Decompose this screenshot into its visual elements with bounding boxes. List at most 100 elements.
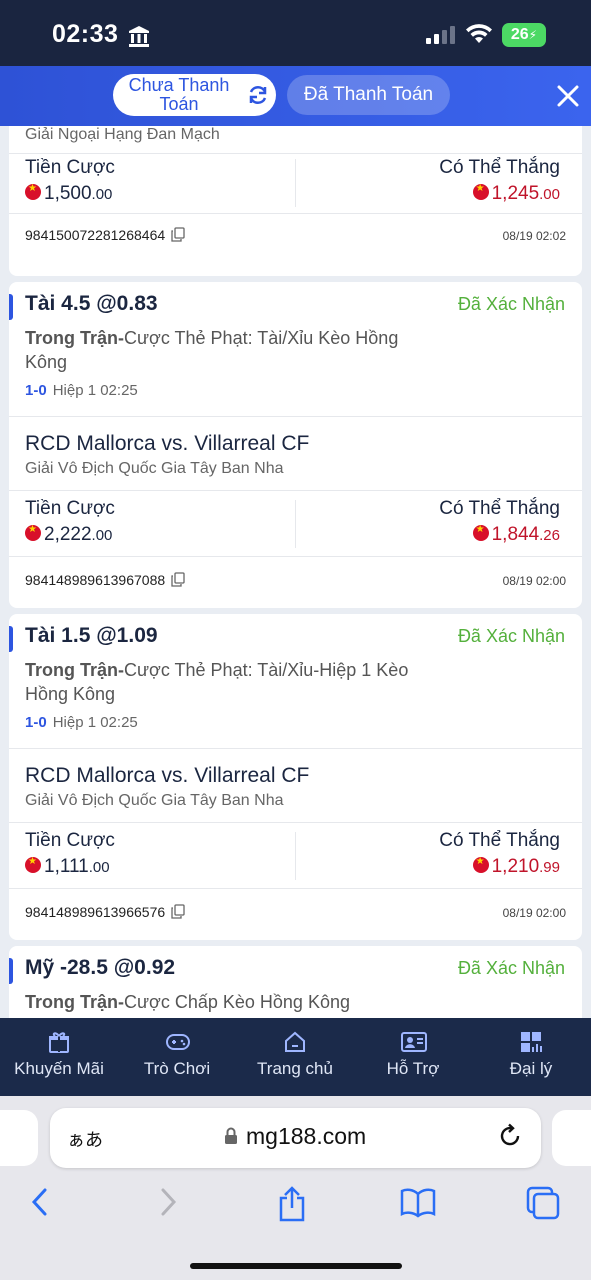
stake-amount: 2,222.00 (25, 524, 112, 546)
bet-card: Mỹ -28.5 @0.92 Đã Xác Nhận Trong Trận-Cư… (9, 946, 582, 1018)
bottom-nav: Khuyến Mãi Trò Chơi Trang chủ Hỗ Trợ Đại… (0, 1018, 591, 1096)
match-name: RCD Mallorca vs. Villarreal CF (25, 432, 310, 455)
divider (9, 556, 582, 557)
home-icon (283, 1030, 307, 1059)
battery-level: 26 (510, 26, 529, 43)
forward-icon[interactable] (156, 1186, 180, 1223)
status-badge: Đã Xác Nhận (457, 626, 565, 646)
gift-icon (47, 1030, 71, 1059)
stake-label: Tiền Cược (25, 157, 115, 178)
ticket-id: 984150072281268464 (25, 227, 185, 245)
tab-unpaid[interactable]: Chưa Thanh Toán (113, 74, 276, 116)
bank-icon (128, 25, 150, 52)
gamepad-icon (165, 1030, 191, 1059)
bet-date: 08/19 02:02 (502, 229, 566, 243)
bet-selection: Tài 4.5 @0.83 (25, 292, 158, 315)
stake-label: Tiền Cược (25, 498, 115, 519)
status-time: 02:33 (52, 20, 119, 48)
home-indicator (190, 1263, 402, 1269)
vnd-coin-icon (472, 856, 489, 873)
live-score: 1-0 Hiệp 1 02:25 (25, 382, 138, 399)
bet-selection: Tài 1.5 @1.09 (25, 624, 158, 647)
copy-icon[interactable] (171, 227, 185, 245)
amounts-row: Tiền Cược 1,111.00 Có Thể Thắng 1,210.99 (9, 826, 582, 886)
bet-selection: Mỹ -28.5 @0.92 (25, 956, 176, 979)
tab-paid[interactable]: Đã Thanh Toán (287, 75, 450, 115)
vnd-coin-icon (25, 856, 41, 873)
ticket-id: 984148989613966576 (25, 904, 185, 922)
match-name: RCD Mallorca vs. Villarreal CF (25, 764, 310, 787)
bet-market: Trong Trận-Cược Chấp Kèo Hồng Kông (25, 992, 350, 1012)
vnd-coin-icon (25, 183, 41, 200)
nav-games[interactable]: Trò Chơi (118, 1018, 236, 1096)
back-icon[interactable] (28, 1186, 52, 1223)
charging-bolt-icon: ⚡ (528, 28, 538, 42)
potential-win-amount: 1,210.99 (472, 856, 560, 878)
divider (295, 500, 296, 548)
divider (295, 832, 296, 880)
divider (9, 213, 582, 214)
status-badge: Đã Xác Nhận (457, 294, 565, 314)
bet-market: Trong Trận-Cược Thẻ Phạt: Tài/Xỉu-Hiệp 1… (25, 660, 409, 704)
live-score: 1-0 Hiệp 1 02:25 (25, 714, 138, 731)
bet-card: Tài 4.5 @0.83 Đã Xác Nhận Trong Trận-Cượ… (9, 282, 582, 608)
url-domain: mg188.com (246, 1123, 367, 1149)
divider (9, 748, 582, 749)
browser-toolbar (0, 1182, 591, 1280)
nav-agent[interactable]: Đại lý (472, 1018, 590, 1096)
bookmarks-icon[interactable] (400, 1186, 436, 1223)
bet-history-header: Chưa Thanh Toán Đã Thanh Toán (0, 66, 591, 126)
vnd-coin-icon (472, 524, 489, 541)
amounts-row: Tiền Cược 2,222.00 Có Thể Thắng 1,844.26 (9, 494, 582, 554)
status-badge: Đã Xác Nhận (457, 958, 565, 978)
cellular-signal-icon (426, 26, 456, 49)
card-accent (9, 626, 13, 652)
copy-icon[interactable] (171, 572, 185, 590)
bet-market: Trong Trận-Cược Thẻ Phạt: Tài/Xỉu Kèo Hồ… (25, 328, 399, 372)
card-accent (9, 958, 13, 984)
next-tab-preview[interactable] (552, 1110, 591, 1166)
address-bar[interactable]: ぁあ mg188.com (50, 1108, 541, 1168)
status-bar: 02:33 26⚡ (0, 0, 591, 66)
tabs-icon[interactable] (526, 1186, 560, 1225)
nav-support[interactable]: Hỗ Trợ (354, 1018, 472, 1096)
divider (295, 159, 296, 207)
ticket-id: 984148989613967088 (25, 572, 185, 590)
amounts-row: Tiền Cược 1,500.00 Có Thể Thắng 1,245.00 (9, 153, 582, 213)
agent-grid-icon (519, 1030, 543, 1059)
potential-win-amount: 1,844.26 (472, 524, 560, 546)
divider (9, 490, 582, 491)
support-icon (401, 1030, 427, 1059)
potential-win-label: Có Thể Thắng (439, 498, 560, 519)
divider (9, 822, 582, 823)
card-accent (9, 294, 13, 320)
stake-amount: 1,500.00 (25, 183, 112, 205)
wifi-icon (464, 22, 494, 49)
bet-date: 08/19 02:00 (502, 906, 566, 920)
potential-win-label: Có Thể Thắng (439, 157, 560, 178)
potential-win-amount: 1,245.00 (472, 183, 560, 205)
divider (9, 888, 582, 889)
league-name: Giải Ngoại Hạng Đan Mạch (25, 126, 220, 143)
nav-home[interactable]: Trang chủ (236, 1018, 354, 1096)
bet-card: Giải Ngoại Hạng Đan Mạch Tiền Cược 1,500… (9, 126, 582, 276)
browser-address-area: ぁあ mg188.com (0, 1096, 591, 1182)
stake-label: Tiền Cược (25, 830, 115, 851)
copy-icon[interactable] (171, 904, 185, 922)
reload-icon[interactable] (496, 1122, 524, 1155)
close-icon[interactable] (553, 81, 583, 111)
tab-unpaid-label: Chưa Thanh Toán (128, 75, 230, 114)
bet-list[interactable]: Giải Ngoại Hạng Đan Mạch Tiền Cược 1,500… (0, 126, 591, 1018)
previous-tab-preview[interactable] (0, 1110, 38, 1166)
nav-promotions[interactable]: Khuyến Mãi (0, 1018, 118, 1096)
bet-card: Tài 1.5 @1.09 Đã Xác Nhận Trong Trận-Cượ… (9, 614, 582, 940)
vnd-coin-icon (25, 524, 41, 541)
league-name: Giải Vô Địch Quốc Gia Tây Ban Nha (25, 792, 284, 809)
potential-win-label: Có Thể Thắng (439, 830, 560, 851)
bet-date: 08/19 02:00 (502, 574, 566, 588)
share-icon[interactable] (277, 1186, 307, 1227)
lock-icon (224, 1127, 238, 1150)
vnd-coin-icon (472, 183, 489, 200)
refresh-icon[interactable] (247, 84, 269, 111)
page-settings-button[interactable]: ぁあ (67, 1126, 103, 1152)
